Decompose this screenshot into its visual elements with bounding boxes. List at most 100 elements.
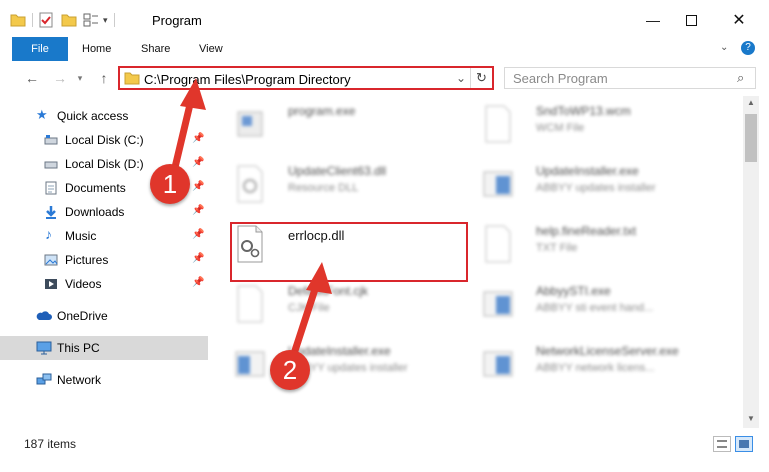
refresh-icon[interactable]: ↻ [476, 70, 487, 86]
annotation-badge-1: 1 [150, 164, 190, 204]
large-icons-view-button[interactable] [735, 436, 753, 452]
file-item[interactable]: DefaultFont.cjk CJK File [230, 280, 460, 328]
folder-icon[interactable] [10, 13, 26, 27]
sidebar-item-label: Local Disk (D:) [65, 157, 144, 171]
file-item[interactable]: NetworkLicenseServer.exe ABBYY network l… [478, 340, 708, 388]
help-icon[interactable]: ? [741, 41, 755, 55]
file-description: CJK File [288, 302, 330, 314]
navigation-bar: ← → ▾ ↑ C:\Program Files\Program Directo… [0, 62, 769, 94]
drive-icon [44, 161, 58, 169]
sidebar-item-videos[interactable]: Videos 📌 [0, 272, 208, 296]
sidebar-item-label: Quick access [57, 109, 129, 123]
drive-icon [44, 135, 58, 145]
pictures-icon [44, 254, 58, 266]
address-path: C:\Program Files\Program Directory [144, 72, 351, 87]
dll-file-icon [237, 165, 263, 203]
file-item[interactable]: help.fineReader.txt TXT File [478, 220, 708, 268]
expand-ribbon-icon[interactable]: ⌄ [720, 42, 728, 53]
sidebar-item-local-disk-c[interactable]: Local Disk (C:) 📌 [0, 128, 208, 152]
file-description: TXT File [536, 242, 578, 254]
sidebar-item-label: Documents [65, 181, 126, 195]
back-button[interactable]: ← [22, 68, 42, 88]
new-folder-icon[interactable] [61, 13, 77, 27]
file-item[interactable]: UpdateClient63.dll Resource DLL [230, 160, 460, 208]
file-name: program.exe [288, 104, 356, 118]
recent-locations-button[interactable]: ▾ [70, 68, 90, 88]
search-input[interactable]: Search Program ⌕ [504, 67, 756, 89]
text-file-icon [485, 225, 511, 263]
title-bar: ▾ Program — ✕ [0, 0, 769, 40]
installer-icon [483, 291, 513, 317]
window-title: Program [152, 13, 202, 28]
sidebar-item-quick-access[interactable]: ★ Quick access [0, 104, 208, 128]
sidebar-item-pictures[interactable]: Pictures 📌 [0, 248, 208, 272]
tab-home[interactable]: Home [82, 37, 111, 61]
status-bar: 187 items [0, 430, 769, 460]
sidebar-item-label: Network [57, 373, 102, 387]
tab-file[interactable]: File [12, 37, 68, 61]
file-description: ABBYY network licens... [536, 362, 655, 374]
chevron-down-icon[interactable]: ▾ [103, 15, 108, 26]
exe-file-icon [237, 111, 263, 137]
up-button[interactable]: ↑ [94, 68, 114, 88]
file-name: UpdateInstaller.exe [536, 164, 639, 178]
file-description: ABBYY updates installer [536, 182, 656, 194]
file-name: AbbyySTI.exe [536, 284, 611, 298]
navigation-pane: ★ Quick access Local Disk (C:) 📌 Local D… [0, 100, 208, 430]
sidebar-item-onedrive[interactable]: OneDrive [0, 304, 208, 328]
music-icon: ♪ [45, 226, 52, 242]
file-name: help.fineReader.txt [536, 224, 637, 238]
scroll-thumb[interactable] [745, 114, 757, 162]
minimize-icon: — [646, 12, 660, 28]
ribbon: File Home Share View ⌄ ? [0, 37, 769, 61]
file-name: DefaultFont.cjk [288, 284, 369, 298]
file-item[interactable]: UpdateInstaller.exe ABBYY updates instal… [230, 340, 460, 388]
file-description: ABBYY sti event hand... [536, 302, 654, 314]
file-item[interactable]: SndToWP13.wcm WCM File [478, 100, 708, 148]
tab-share[interactable]: Share [141, 37, 170, 61]
details-view-button[interactable] [713, 436, 731, 452]
item-count: 187 items [24, 437, 77, 451]
arrow-up-icon: ↑ [100, 70, 108, 86]
sidebar-item-music[interactable]: ♪ Music 📌 [0, 224, 208, 248]
file-item[interactable]: AbbyySTI.exe ABBYY sti event hand... [478, 280, 708, 328]
forward-button[interactable]: → [50, 68, 70, 88]
pin-icon: 📌 [192, 181, 205, 192]
sidebar-item-label: OneDrive [57, 309, 108, 323]
file-item[interactable]: UpdateInstaller.exe ABBYY updates instal… [478, 160, 708, 208]
scroll-up-icon[interactable]: ▲ [747, 98, 755, 107]
sidebar-item-downloads[interactable]: Downloads 📌 [0, 200, 208, 224]
computer-icon [36, 341, 52, 355]
pin-icon: 📌 [192, 205, 205, 216]
close-button[interactable]: ✕ [716, 0, 762, 40]
sidebar-item-network[interactable]: Network [0, 368, 208, 392]
properties-icon[interactable] [39, 12, 53, 28]
installer-icon [483, 171, 513, 197]
sidebar-item-this-pc[interactable]: This PC [0, 336, 208, 360]
pin-icon: 📌 [192, 133, 205, 144]
search-icon: ⌕ [737, 70, 745, 85]
file-name: UpdateClient63.dll [288, 164, 387, 178]
installer-icon [235, 351, 265, 377]
sidebar-item-label: Downloads [65, 205, 125, 219]
sidebar-item-label: Music [65, 229, 97, 243]
chevron-down-icon: ▾ [77, 73, 83, 83]
search-placeholder: Search Program [513, 71, 608, 86]
sidebar-item-label: This PC [57, 341, 100, 355]
arrow-left-icon: ← [25, 70, 39, 86]
pin-icon: 📌 [192, 229, 205, 240]
file-icon [237, 285, 263, 323]
chevron-down-icon[interactable]: ⌄ [456, 71, 466, 85]
maximize-button[interactable] [668, 0, 714, 40]
cloud-icon [36, 311, 52, 320]
documents-icon [45, 181, 57, 195]
view-options-icon[interactable] [83, 13, 101, 27]
network-icon [36, 373, 52, 385]
file-item[interactable]: program.exe [230, 100, 460, 148]
vertical-scrollbar[interactable]: ▲ ▼ [743, 96, 759, 428]
annotation-badge-2: 2 [270, 350, 310, 390]
address-bar[interactable]: C:\Program Files\Program Directory ⌄ ↻ [118, 66, 494, 90]
folder-icon [124, 72, 140, 85]
scroll-down-icon[interactable]: ▼ [747, 414, 755, 423]
tab-view[interactable]: View [199, 37, 223, 61]
